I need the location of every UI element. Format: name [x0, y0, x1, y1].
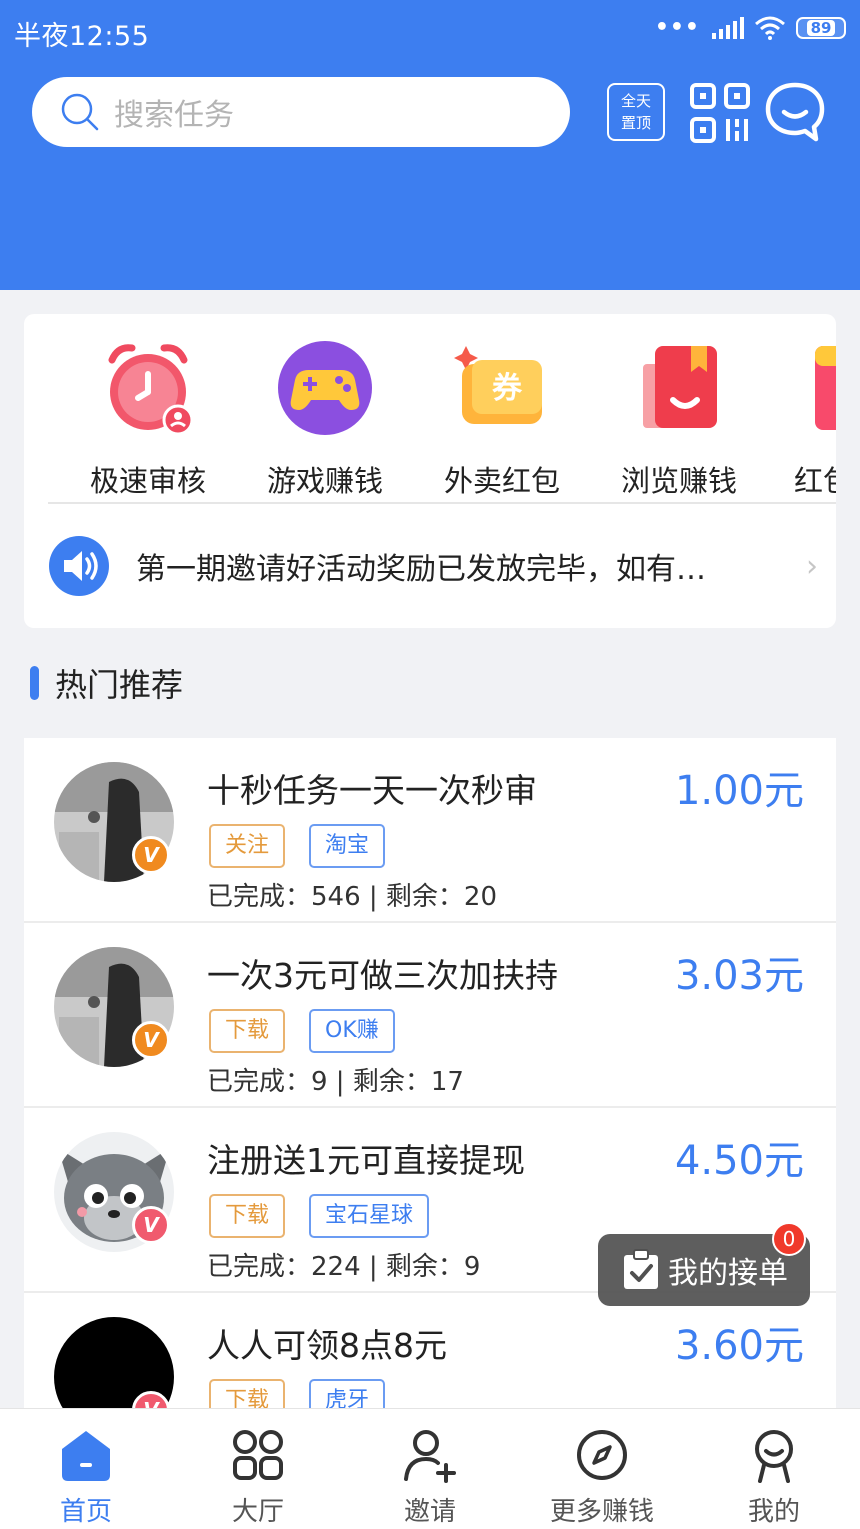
task-stats: 已完成：224 | 剩余：9 [207, 1252, 481, 1282]
red-envelope-icon [815, 346, 836, 430]
my-orders-count-badge: 0 [772, 1222, 806, 1256]
home-icon [62, 1431, 110, 1481]
qr-scan-icon[interactable] [690, 83, 750, 143]
task-stats: 已完成：546 | 剩余：20 [207, 882, 497, 912]
tab-home[interactable]: 首页 [0, 1409, 172, 1529]
task-tag-platform: 淘宝 [309, 824, 386, 868]
search-bar[interactable]: 搜索任务 [32, 77, 570, 147]
task-tag-platform: 宝石星球 [309, 1194, 430, 1238]
search-icon [61, 93, 99, 131]
notice-text: 第一期邀请好活动奖励已发放完毕，如有… [136, 552, 706, 587]
wifi-icon [755, 16, 785, 40]
profile-icon [755, 1430, 793, 1483]
tab-profile[interactable]: 我的 [688, 1409, 860, 1529]
task-price: 3.03元 [674, 953, 804, 999]
coupon-icon: 券 [454, 346, 542, 424]
section-header: 热门推荐 [30, 660, 183, 706]
task-row[interactable]: V 一次3元可做三次加扶持 3.03元 下载 OK赚 已完成：9 | 剩余：17 [24, 923, 836, 1108]
category-label: 极速审核 [89, 464, 206, 498]
task-title: 人人可领8点8元 [207, 1326, 447, 1365]
task-title: 注册送1元可直接提现 [207, 1141, 525, 1180]
section-title: 热门推荐 [55, 666, 184, 704]
category-label: 外卖红包 [443, 464, 560, 498]
signal-icon [712, 17, 744, 39]
tab-label: 大厅 [231, 1497, 284, 1527]
category-game-earn[interactable]: 游戏赚钱 [250, 336, 400, 500]
section-accent-bar [30, 666, 39, 700]
task-row[interactable]: V 十秒任务一天一次秒审 1.00元 关注 淘宝 已完成：546 | 剩余：20 [24, 738, 836, 923]
task-tag-type: 关注 [209, 824, 286, 868]
tab-label: 我的 [747, 1497, 800, 1527]
category-label: 浏览赚钱 [620, 464, 737, 498]
status-time: 半夜12:55 [14, 21, 150, 52]
add-user-icon [404, 1430, 456, 1483]
category-label: 游戏赚钱 [266, 464, 383, 498]
tab-invite[interactable]: 邀请 [344, 1409, 516, 1529]
task-tag-platform: OK赚 [309, 1009, 395, 1053]
svg-text:券: 券 [492, 371, 523, 406]
search-placeholder: 搜索任务 [114, 98, 234, 133]
bottom-tab-bar: 首页 大厅 邀请 更多赚钱 我的 [0, 1408, 860, 1529]
pin-button-line2: 置顶 [620, 114, 651, 132]
category-takeout-coupon[interactable]: 券 外卖红包 [427, 336, 577, 500]
category-label: 红包 [794, 464, 836, 498]
battery-indicator: 89 [796, 17, 846, 39]
card-divider [48, 502, 836, 504]
my-orders-label: 我的接单 [668, 1256, 788, 1291]
all-day-pin-button[interactable]: 全天 置顶 [607, 83, 665, 141]
compass-icon [577, 1430, 627, 1480]
task-price: 3.60元 [674, 1323, 804, 1369]
message-icon[interactable] [764, 81, 826, 143]
speaker-icon [49, 536, 109, 596]
tab-more-earn[interactable]: 更多赚钱 [516, 1409, 688, 1529]
task-title: 十秒任务一天一次秒审 [207, 771, 537, 810]
notice-bar[interactable]: 第一期邀请好活动奖励已发放完毕，如有… › [48, 526, 818, 606]
alarm-clock-icon [108, 344, 194, 436]
verified-badge: V [132, 1021, 170, 1059]
pin-button-line1: 全天 [620, 92, 651, 110]
status-dots: ••• [654, 15, 700, 40]
category-card: 极速审核 游戏赚钱 券 外卖红包 浏览赚钱 红 第一期邀请好活动奖励已发放完毕，… [24, 314, 836, 628]
task-tag-type: 下载 [209, 1009, 286, 1053]
category-strip: 极速审核 游戏赚钱 券 外卖红包 浏览赚钱 红 [48, 336, 836, 506]
book-icon [643, 346, 717, 428]
tab-label: 首页 [59, 1497, 112, 1527]
grid-icon [233, 1430, 283, 1480]
verified-badge: V [132, 836, 170, 874]
task-title: 一次3元可做三次加扶持 [207, 956, 558, 995]
verified-badge: V [132, 1206, 170, 1244]
status-bar: 半夜12:55 ••• 89 [0, 0, 860, 60]
category-browse-earn[interactable]: 浏览赚钱 [604, 336, 754, 500]
task-tag-type: 下载 [209, 1194, 286, 1238]
task-price: 4.50元 [674, 1138, 804, 1184]
task-price: 1.00元 [674, 768, 804, 814]
task-stats: 已完成：9 | 剩余：17 [207, 1067, 464, 1097]
my-orders-button[interactable]: 我的接单 0 [598, 1222, 810, 1306]
tab-hall[interactable]: 大厅 [172, 1409, 344, 1529]
task-list: V 十秒任务一天一次秒审 1.00元 关注 淘宝 已完成：546 | 剩余：20… [24, 738, 836, 1478]
tab-label: 邀请 [403, 1497, 456, 1527]
tab-label: 更多赚钱 [549, 1497, 654, 1527]
category-red-envelope[interactable]: 红包 [781, 336, 836, 500]
gamepad-icon [278, 341, 372, 435]
battery-level: 89 [806, 20, 836, 36]
clipboard-check-icon [624, 1249, 658, 1289]
chevron-right-icon: › [806, 548, 818, 584]
category-fast-review[interactable]: 极速审核 [73, 336, 223, 500]
